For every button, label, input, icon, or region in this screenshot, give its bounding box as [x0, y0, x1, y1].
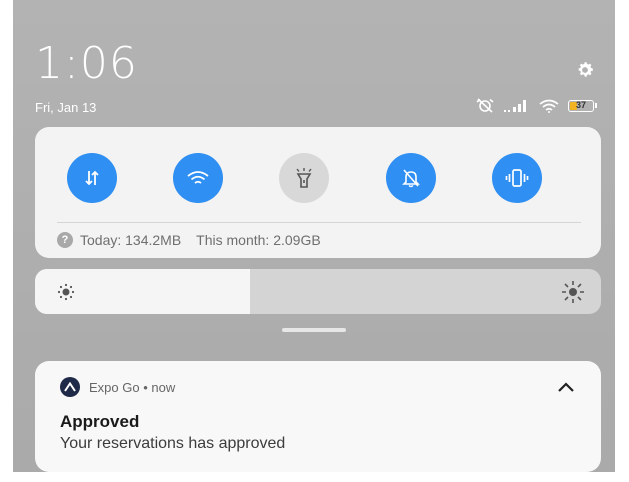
- notification-title: Approved: [60, 412, 140, 431]
- quick-settings-panel: ? Today: 134.2MB This month: 2.09GB: [35, 127, 601, 258]
- usage-today: Today: 134.2MB: [80, 232, 182, 248]
- separator: •: [143, 380, 148, 395]
- gear-icon[interactable]: [575, 60, 595, 80]
- clock: 1:06: [35, 38, 138, 89]
- notification-card[interactable]: Expo Go • now Approved Your reservations…: [35, 361, 601, 472]
- usage-month: This month: 2.09GB: [196, 232, 321, 248]
- bell-off-icon: [402, 169, 420, 188]
- notification-body: Your reservations has approved: [60, 435, 286, 452]
- brightness-low-icon: [57, 283, 75, 301]
- brightness-high-icon: [562, 281, 584, 303]
- help-icon: ?: [57, 232, 73, 248]
- brightness-slider[interactable]: [35, 269, 601, 314]
- data-arrows-icon: [85, 170, 99, 186]
- data-usage[interactable]: ? Today: 134.2MB This month: 2.09GB: [57, 232, 321, 248]
- vibrate-toggle[interactable]: [492, 153, 542, 203]
- wifi-icon: [187, 171, 209, 184]
- status-icons: 37: [475, 98, 597, 113]
- date: Fri, Jan 13: [35, 100, 97, 115]
- app-name: Expo Go: [89, 380, 140, 395]
- flashlight-icon: [296, 168, 312, 188]
- notification-header: Expo Go • now: [89, 380, 175, 395]
- silent-toggle[interactable]: [386, 153, 436, 203]
- notification-time: now: [151, 380, 176, 395]
- signal-icon: [504, 99, 526, 112]
- battery-level: 37: [575, 99, 586, 110]
- divider: [57, 222, 581, 223]
- drag-handle[interactable]: [282, 328, 346, 332]
- flashlight-toggle[interactable]: [279, 153, 329, 203]
- alarm-off-icon: [476, 98, 494, 113]
- battery-icon: 37: [568, 99, 597, 112]
- chevron-up-icon[interactable]: [557, 381, 575, 393]
- wifi-status-icon: [539, 99, 559, 113]
- vibrate-icon: [505, 169, 529, 187]
- expo-go-icon: [60, 377, 80, 397]
- wifi-toggle[interactable]: [173, 153, 223, 203]
- notification-shade: 1:06 Fri, Jan 13 37 ? Today: 134.2MB Thi…: [13, 0, 615, 472]
- mobile-data-toggle[interactable]: [67, 153, 117, 203]
